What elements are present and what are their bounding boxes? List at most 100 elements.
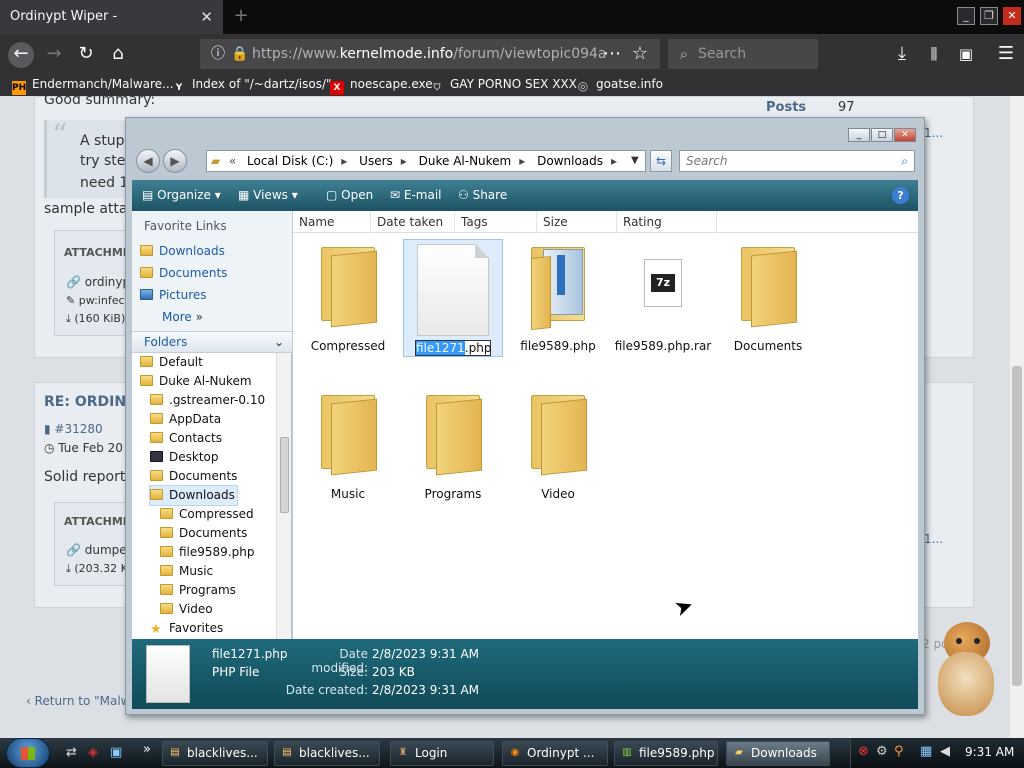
sidebar-icon[interactable]: ▣ — [954, 42, 978, 66]
favorite-link-pictures[interactable]: Pictures — [140, 288, 207, 302]
tree-item[interactable]: Video — [160, 600, 213, 619]
more-links-button[interactable]: More » — [162, 310, 203, 324]
network-icon[interactable]: ▦ — [920, 744, 932, 759]
views-button[interactable]: ▦ Views ▾ — [238, 180, 298, 211]
bookmark-star-icon[interactable]: ☆ — [628, 42, 652, 66]
menu-icon[interactable]: ☰ — [994, 42, 1018, 66]
tree-item[interactable]: Default — [140, 353, 203, 372]
forward-icon[interactable]: → — [42, 42, 66, 66]
share-button[interactable]: ⚇ Share — [458, 180, 507, 211]
tree-scrollbar-thumb[interactable] — [280, 437, 289, 513]
start-button[interactable] — [6, 738, 50, 768]
restore-button[interactable]: ❐ — [980, 7, 998, 25]
column-date-taken[interactable]: Date taken — [371, 211, 455, 233]
tree-item[interactable]: Programs — [160, 581, 236, 600]
bookmark-isos[interactable]: Y Index of "/~dartz/isos/" — [172, 72, 332, 96]
tab-close-icon[interactable]: ✕ — [200, 0, 213, 34]
column-rating[interactable]: Rating — [617, 211, 717, 233]
column-name[interactable]: Name — [293, 211, 371, 233]
email-button[interactable]: ✉ E-mail — [390, 180, 442, 211]
home-icon[interactable]: ⌂ — [106, 42, 130, 66]
browser-tab[interactable]: Ordinypt Wiper - KernelMode.info ✕ — [0, 0, 223, 58]
task-blacklives-1[interactable]: ▤ blacklives... — [162, 741, 268, 766]
breadcrumb-users[interactable]: Users — [359, 154, 393, 168]
new-tab-button[interactable]: + — [231, 6, 251, 26]
task-login[interactable]: ♜ Login — [390, 741, 494, 766]
volume-icon[interactable]: ◀ — [940, 744, 950, 759]
breadcrumb-user[interactable]: Duke Al-Nukem — [419, 154, 512, 168]
explorer-close-button[interactable]: ✕ — [894, 128, 916, 142]
quick-launch-icon-3[interactable]: ▣ — [110, 745, 122, 760]
page-actions-icon[interactable]: ⋯ — [600, 42, 624, 66]
task-ordinypt[interactable]: ◉ Ordinypt ... — [502, 741, 608, 766]
task-file9589[interactable]: ▥ file9589.php — [614, 741, 718, 766]
reload-icon[interactable]: ↻ — [74, 42, 98, 66]
return-link[interactable]: ‹ Return to "Malw — [26, 694, 131, 708]
column-tags[interactable]: Tags — [455, 211, 537, 233]
organize-button[interactable]: ▤ Organize ▾ — [142, 180, 221, 211]
search-tray-icon[interactable]: ⚲ — [894, 744, 904, 759]
library-icon[interactable]: ⫼ — [922, 42, 946, 66]
tree-item[interactable]: Contacts — [150, 429, 222, 448]
task-blacklives-2[interactable]: ▤ blacklives... — [274, 741, 380, 766]
tree-item[interactable]: Desktop — [150, 448, 219, 467]
tree-item[interactable]: Downloads — [149, 485, 238, 506]
download-icon[interactable]: ⤓ — [890, 42, 914, 66]
quick-launch-more[interactable]: » — [143, 742, 151, 757]
folder-music[interactable]: Music — [298, 389, 398, 501]
rename-input[interactable]: file1271.php — [415, 340, 491, 356]
explorer-minimize-button[interactable]: _ — [848, 128, 870, 142]
column-size[interactable]: Size — [537, 211, 617, 233]
folder-documents[interactable]: Documents — [718, 241, 818, 353]
bookmark-goatse[interactable]: ◎ goatse.info — [576, 72, 663, 96]
tree-item[interactable]: Music — [160, 562, 213, 581]
file-file1271-selected[interactable]: file1271.php — [403, 239, 503, 357]
info-icon[interactable]: ⓘ — [206, 42, 230, 66]
tree-item[interactable]: .gstreamer-0.10 — [150, 391, 265, 410]
back-icon[interactable]: ← — [8, 42, 34, 68]
tree-item[interactable]: AppData — [150, 410, 221, 429]
refresh-icon[interactable]: ⇆ — [650, 150, 672, 172]
explorer-maximize-button[interactable]: □ — [871, 128, 893, 142]
quick-launch-icon-2[interactable]: ◈ — [88, 745, 98, 760]
tree-item[interactable]: ★ Favorites — [150, 619, 223, 638]
help-icon[interactable]: ? — [892, 187, 909, 204]
explorer-search-icon[interactable]: ⌕ — [901, 151, 908, 171]
task-downloads[interactable]: ▰ Downloads — [726, 741, 830, 766]
folders-header[interactable]: Folders ⌄ — [132, 331, 292, 353]
explorer-search-input[interactable]: Search ⌕ — [679, 150, 915, 172]
folder-programs[interactable]: Programs — [403, 389, 503, 501]
file-file9589-rar[interactable]: 7z file9589.php.rar — [613, 241, 713, 353]
tree-item[interactable]: Duke Al-Nukem — [140, 372, 252, 391]
folder-compressed[interactable]: Compressed — [298, 241, 398, 353]
lock-icon[interactable]: 🔒 — [228, 42, 252, 66]
explorer-forward-icon[interactable]: ▶ — [163, 149, 187, 173]
quick-launch-icon-1[interactable]: ⇄ — [66, 745, 77, 760]
tree-item[interactable]: Documents — [160, 524, 247, 543]
tree-scrollbar[interactable] — [276, 353, 291, 639]
minimize-button[interactable]: _ — [957, 7, 975, 25]
file-file9589-php[interactable]: file9589.php — [508, 241, 608, 353]
bookmark-gay[interactable]: ⛉ GAY PORNO SEX XXX — [430, 72, 577, 96]
tray-icon-2[interactable]: ⚙ — [876, 744, 888, 759]
security-alert-icon[interactable]: ⊗ — [858, 744, 869, 759]
address-dropdown-icon[interactable]: ▼ — [631, 151, 639, 171]
breadcrumb-local-disk[interactable]: Local Disk (C:) — [247, 154, 333, 168]
breadcrumb-overflow-icon[interactable]: « — [229, 151, 236, 171]
tree-item[interactable]: Compressed — [160, 505, 254, 524]
folder-video[interactable]: Video — [508, 389, 608, 501]
page-scrollbar[interactable] — [1010, 96, 1024, 740]
close-window-button[interactable]: ✕ — [1003, 7, 1021, 25]
scrollbar-thumb[interactable] — [1012, 366, 1022, 686]
open-button[interactable]: ▢ Open — [326, 180, 373, 211]
collapse-icon[interactable]: ⌄ — [274, 332, 284, 352]
breadcrumb-downloads[interactable]: Downloads — [537, 154, 603, 168]
reply-id[interactable]: ▮ #31280 — [44, 422, 103, 436]
favorite-link-documents[interactable]: Documents — [140, 266, 227, 280]
tree-item[interactable]: file9589.php — [160, 543, 254, 562]
explorer-back-icon[interactable]: ◀ — [136, 149, 160, 173]
clock[interactable]: 9:31 AM — [965, 745, 1014, 759]
url-bar[interactable]: https://www.kernelmode.info/forum/viewto… — [200, 39, 660, 69]
favorite-link-downloads[interactable]: Downloads — [140, 244, 225, 258]
address-bar[interactable]: ▰ « Local Disk (C:) ▸ Users ▸ Duke Al-Nuke… — [206, 150, 646, 172]
